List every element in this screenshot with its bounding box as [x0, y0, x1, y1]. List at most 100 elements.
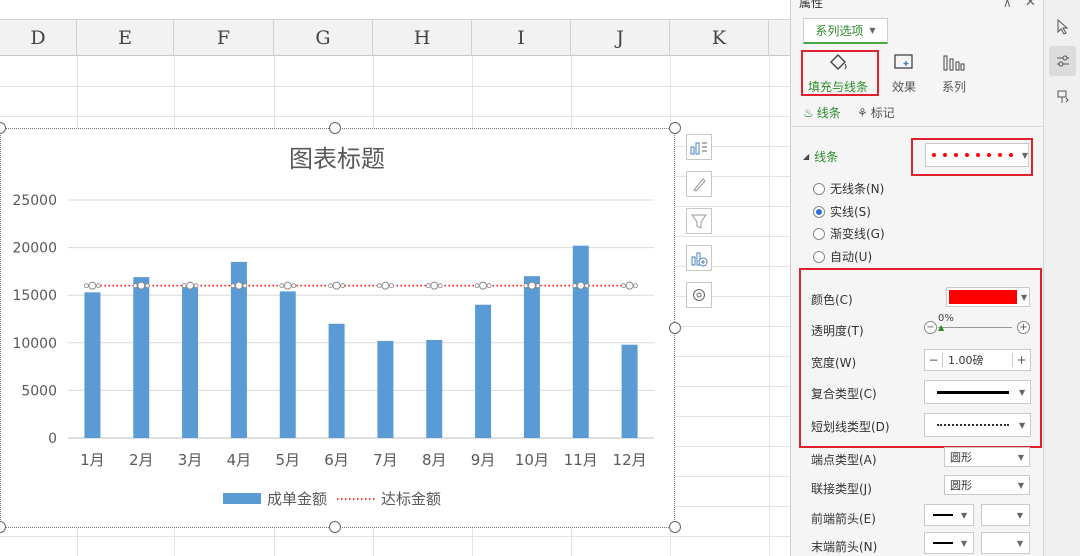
point-selection-marker: [234, 281, 243, 290]
subtab-marker[interactable]: ⚘ 标记: [857, 104, 895, 121]
x-tick-label: 7月: [373, 451, 398, 469]
point-selection-marker: [193, 283, 199, 289]
plus-icon[interactable]: +: [1017, 321, 1030, 334]
width-label: 宽度(W): [811, 356, 857, 370]
transparency-value: 0%: [938, 313, 954, 324]
begin-arrow-type-dropdown[interactable]: ▼: [924, 504, 974, 526]
chevron-down-icon: ▼: [961, 510, 968, 520]
radio-gradient-line[interactable]: 渐变线(G): [813, 225, 885, 242]
chart-title: 图表标题: [289, 145, 385, 173]
color-picker[interactable]: ▼: [946, 287, 1030, 307]
resize-handle[interactable]: [669, 122, 681, 134]
point-selection-marker: [279, 283, 285, 289]
chart-style-icon[interactable]: [686, 171, 712, 197]
point-selection-marker: [437, 283, 443, 289]
resize-handle[interactable]: [329, 521, 341, 533]
line-preview: [937, 390, 1009, 394]
x-tick-label: 2月: [129, 451, 154, 469]
width-stepper[interactable]: − 1.00磅 +: [924, 349, 1031, 371]
compound-type-label: 复合类型(C): [811, 387, 877, 401]
x-tick-label: 10月: [515, 451, 549, 469]
point-selection-marker: [486, 283, 492, 289]
select-cursor-icon[interactable]: [1049, 12, 1076, 42]
radio-solid-line[interactable]: 实线(S): [813, 203, 871, 220]
radio-button[interactable]: [813, 182, 825, 195]
tab-series-options[interactable]: 系列选项 ▼: [803, 18, 888, 44]
chevron-down-icon: ▼: [1019, 420, 1026, 430]
spreadsheet-area[interactable]: D E F G H I J K 图表标题 0 5000 10000 15000 …: [0, 0, 790, 556]
chart-elements-icon[interactable]: [686, 134, 712, 160]
bar: [475, 304, 492, 438]
resize-handle[interactable]: [329, 122, 341, 134]
grid-line: [769, 56, 770, 556]
bar: [84, 292, 101, 438]
close-icon[interactable]: ✕: [1025, 0, 1036, 10]
chevron-down-icon: ▼: [1017, 480, 1024, 490]
x-tick-label: 9月: [471, 451, 496, 469]
dash-preview: [937, 424, 1009, 426]
resize-handle[interactable]: [669, 521, 681, 533]
subtab-line[interactable]: ♨ 线条: [803, 104, 841, 121]
radio-auto[interactable]: 自动(U): [813, 248, 872, 265]
x-tick-label: 12月: [613, 451, 647, 469]
begin-arrow-size-dropdown[interactable]: ▼: [981, 504, 1030, 526]
property-settings-icon[interactable]: [1049, 46, 1076, 76]
chart-canvas: 图表标题 0 5000 10000 15000 20000 25000 1月 2月 3月 4月 5月 6…: [12, 145, 654, 508]
column-header-g[interactable]: G: [274, 20, 373, 56]
increment-button[interactable]: +: [1012, 353, 1030, 367]
column-header-h[interactable]: H: [373, 20, 472, 56]
end-arrow-size-dropdown[interactable]: ▼: [981, 532, 1030, 554]
point-selection-marker: [572, 283, 578, 289]
column-header-e[interactable]: E: [77, 20, 174, 56]
chevron-down-icon: ▼: [1017, 452, 1024, 462]
radio-button[interactable]: [813, 250, 825, 263]
bar: [377, 340, 394, 438]
dash-type-dropdown[interactable]: ▼: [924, 413, 1031, 437]
bar: [182, 285, 199, 438]
point-selection-marker: [144, 283, 150, 289]
property-panel: 属性 ⊼ ✕ 系列选项 ▼ 填充与线条 效果 系列 ♨ 线条 ⚘ 标记 ◢ 线条…: [790, 0, 1044, 556]
width-value[interactable]: 1.00磅: [943, 352, 1012, 368]
bar: [621, 344, 638, 438]
bar: [572, 245, 589, 438]
bar: [279, 291, 296, 438]
decrement-button[interactable]: −: [925, 353, 943, 367]
column-header-d[interactable]: D: [0, 20, 77, 56]
x-tick-label: 6月: [324, 451, 349, 469]
chart-settings-icon[interactable]: [686, 282, 712, 308]
end-arrow-type-dropdown[interactable]: ▼: [924, 532, 974, 554]
column-header-row: D E F G H I J K: [0, 20, 790, 56]
chart-add-icon[interactable]: [686, 245, 712, 271]
resize-handle[interactable]: [669, 322, 681, 334]
series-icon: [919, 48, 989, 74]
chart-object[interactable]: 图表标题 0 5000 10000 15000 20000 25000 1月 2月 3月 4月 5月 6…: [0, 128, 675, 528]
point-selection-marker: [96, 283, 101, 289]
y-tick-label: 25000: [12, 193, 57, 209]
join-type-label: 联接类型(J): [811, 482, 872, 496]
point-selection-marker: [535, 283, 541, 289]
compound-type-dropdown[interactable]: ▼: [924, 380, 1031, 404]
format-brush-icon[interactable]: [1049, 82, 1076, 112]
column-header-f[interactable]: F: [174, 20, 274, 56]
cap-type-dropdown[interactable]: 圆形 ▼: [944, 447, 1030, 467]
column-header-k[interactable]: K: [670, 20, 769, 56]
join-type-dropdown[interactable]: 圆形 ▼: [944, 475, 1030, 495]
radio-no-line[interactable]: 无线条(N): [813, 180, 884, 197]
color-swatch: [949, 290, 1017, 304]
pin-icon[interactable]: ⊼: [1003, 0, 1012, 10]
cap-type-value: 圆形: [950, 451, 972, 464]
radio-button[interactable]: [813, 205, 825, 218]
legend-label: 成单金额: [267, 490, 327, 508]
begin-arrow-label: 前端箭头(E): [811, 512, 876, 526]
radio-button[interactable]: [813, 227, 825, 240]
y-tick-label: 0: [48, 431, 57, 447]
point-selection-marker: [84, 283, 89, 289]
minus-icon[interactable]: −: [924, 321, 937, 334]
chart-filter-icon[interactable]: [686, 208, 712, 234]
column-header-i[interactable]: I: [472, 20, 571, 56]
category-series[interactable]: 系列: [919, 48, 989, 94]
point-selection-marker: [377, 283, 382, 289]
slider-thumb[interactable]: ▲: [938, 323, 944, 332]
column-header-j[interactable]: J: [571, 20, 670, 56]
section-line[interactable]: ◢ 线条: [803, 148, 838, 165]
